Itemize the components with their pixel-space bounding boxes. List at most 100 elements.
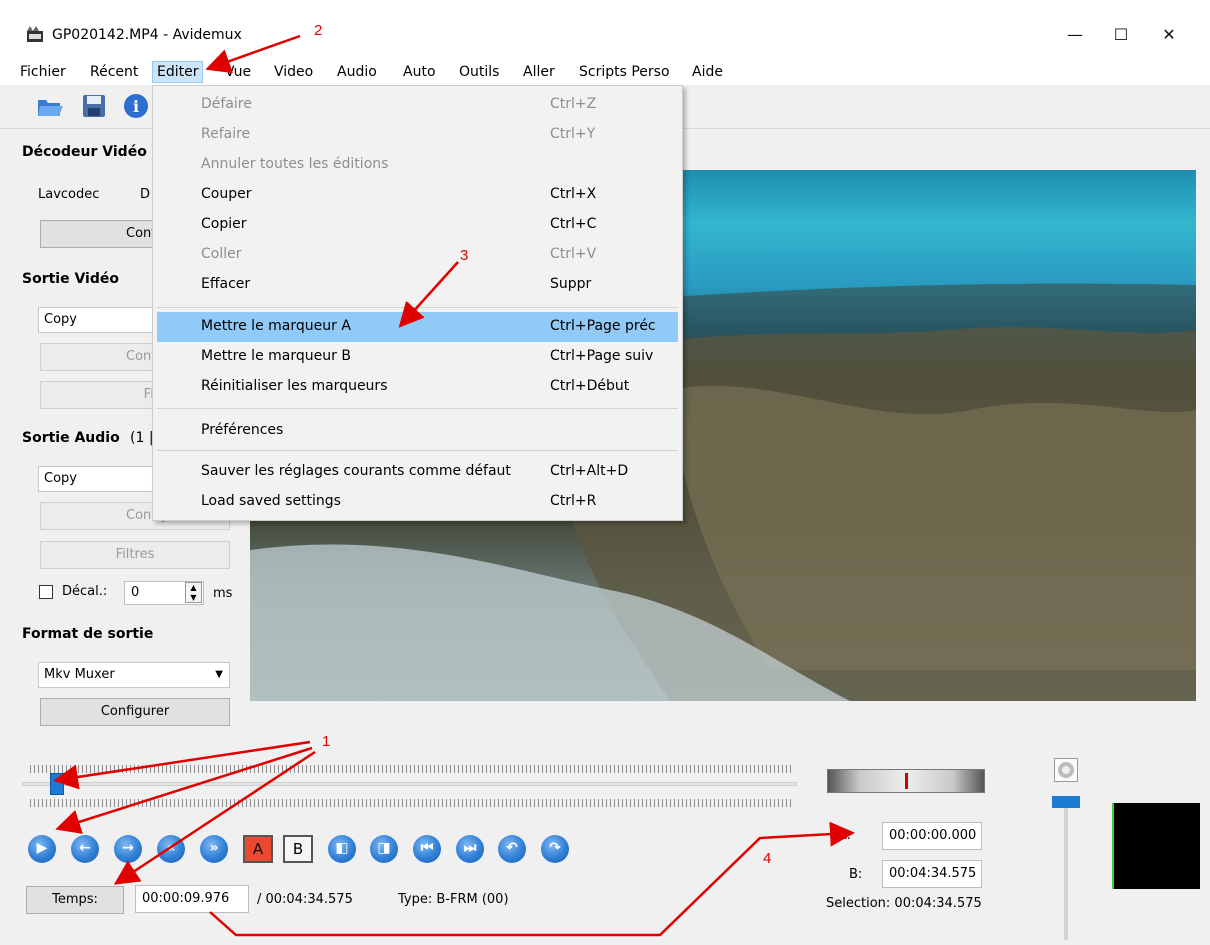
output-format-title: Format de sortie xyxy=(22,626,154,642)
back-60-icon[interactable]: ↶ xyxy=(498,835,526,863)
menu-editer[interactable]: Editer xyxy=(152,61,204,83)
menu-item-save-default[interactable]: Sauver les réglages courants comme défau… xyxy=(157,457,678,487)
menu-item-label: Couper xyxy=(201,186,252,202)
decoder-codec-label: Lavcodec xyxy=(38,187,100,202)
menu-separator xyxy=(157,408,678,409)
menu-fichier[interactable]: Fichier xyxy=(16,61,70,83)
menu-item-label: Défaire xyxy=(201,96,252,112)
marker-a-field: 00:00:00.000 xyxy=(882,822,982,850)
muxer-configure-label: Configurer xyxy=(100,704,170,719)
menu-item-redo[interactable]: Refaire Ctrl+Y xyxy=(157,120,678,150)
goto-start-icon[interactable]: ⏮ xyxy=(413,835,441,863)
volume-slider-handle[interactable] xyxy=(1052,796,1080,808)
jog-shuttle[interactable] xyxy=(827,769,985,793)
current-time-value: 00:00:09.976 xyxy=(142,891,230,906)
timeline-slider-handle[interactable] xyxy=(50,773,64,795)
menu-item-shortcut: Ctrl+Y xyxy=(550,126,596,142)
minimize-button[interactable]: — xyxy=(1052,20,1098,50)
volume-slider-track[interactable] xyxy=(1064,808,1068,940)
previous-keyframe-button[interactable]: « xyxy=(157,835,185,863)
menu-recent[interactable]: Récent xyxy=(86,61,142,83)
time-button[interactable]: Temps: xyxy=(26,886,124,914)
menu-item-shortcut: Ctrl+Début xyxy=(550,378,630,394)
muxer-configure-button[interactable]: Configurer xyxy=(40,698,230,726)
menu-item-set-marker-b[interactable]: Mettre le marqueur B Ctrl+Page suiv xyxy=(157,342,678,372)
set-marker-a-button[interactable]: A xyxy=(243,835,273,863)
menu-item-label: Mettre le marqueur B xyxy=(201,348,351,364)
marker-a-label: A: xyxy=(838,828,852,843)
goto-marker-a-icon[interactable]: ◧ xyxy=(328,835,356,863)
close-button[interactable]: ✕ xyxy=(1146,20,1192,50)
next-frame-button[interactable]: → xyxy=(114,835,142,863)
audio-filters-button[interactable]: Filtres xyxy=(40,541,230,569)
menu-item-label: Préférences xyxy=(201,422,284,438)
annotation-label-3: 3 xyxy=(460,247,469,264)
menu-item-reset-markers[interactable]: Réinitialiser les marqueurs Ctrl+Début xyxy=(157,372,678,402)
menu-item-shortcut: Ctrl+R xyxy=(550,493,597,509)
time-button-label: Temps: xyxy=(52,892,98,907)
menu-item-shortcut: Ctrl+Alt+D xyxy=(550,463,629,479)
info-icon[interactable]: i xyxy=(122,92,150,120)
menu-item-shortcut: Ctrl+C xyxy=(550,216,597,232)
menu-aide[interactable]: Aide xyxy=(688,61,727,83)
maximize-button[interactable]: ☐ xyxy=(1098,20,1144,50)
current-time-input[interactable]: 00:00:09.976 xyxy=(135,885,249,913)
selection-duration: Selection: 00:04:34.575 xyxy=(826,896,982,911)
timeline-ticks-bottom xyxy=(30,799,792,807)
goto-end-icon[interactable]: ⏭ xyxy=(456,835,484,863)
forward-60-icon[interactable]: ↷ xyxy=(541,835,569,863)
menu-item-shortcut: Suppr xyxy=(550,276,592,292)
menu-item-label: Sauver les réglages courants comme défau… xyxy=(201,463,511,479)
menu-item-cut[interactable]: Couper Ctrl+X xyxy=(157,180,678,210)
menu-vue[interactable]: Vue xyxy=(221,61,255,83)
goto-marker-b-icon[interactable]: ◨ xyxy=(370,835,398,863)
menu-item-preferences[interactable]: Préférences xyxy=(157,416,678,446)
video-output-title: Sortie Vidéo xyxy=(22,271,119,287)
timeline-ticks-top xyxy=(30,765,792,773)
audio-shift-checkbox[interactable] xyxy=(39,585,53,599)
menu-item-cancel-all[interactable]: Annuler toutes les éditions xyxy=(157,150,678,180)
previous-frame-button[interactable]: ← xyxy=(71,835,99,863)
open-file-icon[interactable] xyxy=(36,92,64,120)
muxer-select[interactable]: Mkv Muxer ▼ xyxy=(38,662,230,688)
menu-separator xyxy=(157,307,678,308)
menu-audio[interactable]: Audio xyxy=(333,61,381,83)
next-keyframe-button[interactable]: » xyxy=(200,835,228,863)
save-file-icon[interactable] xyxy=(80,92,108,120)
frame-type: Type: B-FRM (00) xyxy=(398,892,509,907)
menu-item-label: Annuler toutes les éditions xyxy=(201,156,389,172)
marker-b-label: B: xyxy=(849,867,863,882)
timeline-slider-track[interactable] xyxy=(22,782,797,786)
menu-item-set-marker-a[interactable]: Mettre le marqueur A Ctrl+Page préc xyxy=(157,312,678,342)
set-marker-b-button[interactable]: B xyxy=(283,835,313,863)
menu-item-copy[interactable]: Copier Ctrl+C xyxy=(157,210,678,240)
menu-video[interactable]: Video xyxy=(270,61,317,83)
audio-meter xyxy=(1112,803,1200,889)
volume-icon[interactable] xyxy=(1054,758,1078,782)
menu-outils[interactable]: Outils xyxy=(455,61,503,83)
menu-aller[interactable]: Aller xyxy=(519,61,559,83)
menu-item-label: Refaire xyxy=(201,126,251,142)
play-button[interactable]: ▶ xyxy=(28,835,56,863)
menu-item-delete[interactable]: Effacer Suppr xyxy=(157,270,678,300)
menu-item-load-settings[interactable]: Load saved settings Ctrl+R xyxy=(157,487,678,517)
annotation-label-4: 4 xyxy=(763,850,772,867)
audio-shift-spinner[interactable]: ▲ ▼ xyxy=(185,582,202,603)
audio-track-label: (1 | xyxy=(130,430,154,446)
audio-shift-value: 0 xyxy=(131,585,140,600)
menu-item-paste[interactable]: Coller Ctrl+V xyxy=(157,240,678,270)
menu-item-label: Mettre le marqueur A xyxy=(201,318,351,334)
menu-item-undo[interactable]: Défaire Ctrl+Z xyxy=(157,90,678,120)
menu-item-shortcut: Ctrl+Z xyxy=(550,96,597,112)
total-time: / 00:04:34.575 xyxy=(257,892,353,907)
menu-item-shortcut: Ctrl+V xyxy=(550,246,597,262)
video-codec-value: Copy xyxy=(44,312,77,327)
menu-item-label: Réinitialiser les marqueurs xyxy=(201,378,388,394)
menu-auto[interactable]: Auto xyxy=(399,61,440,83)
marker-a-value: 00:00:00.000 xyxy=(889,828,977,843)
marker-b-field: 00:04:34.575 xyxy=(882,860,982,888)
menu-item-shortcut: Ctrl+Page préc xyxy=(550,318,656,334)
audio-shift-label: Décal.: xyxy=(62,584,108,599)
decoder-codec-value: D xyxy=(140,187,151,202)
menu-scripts-perso[interactable]: Scripts Perso xyxy=(575,61,674,83)
